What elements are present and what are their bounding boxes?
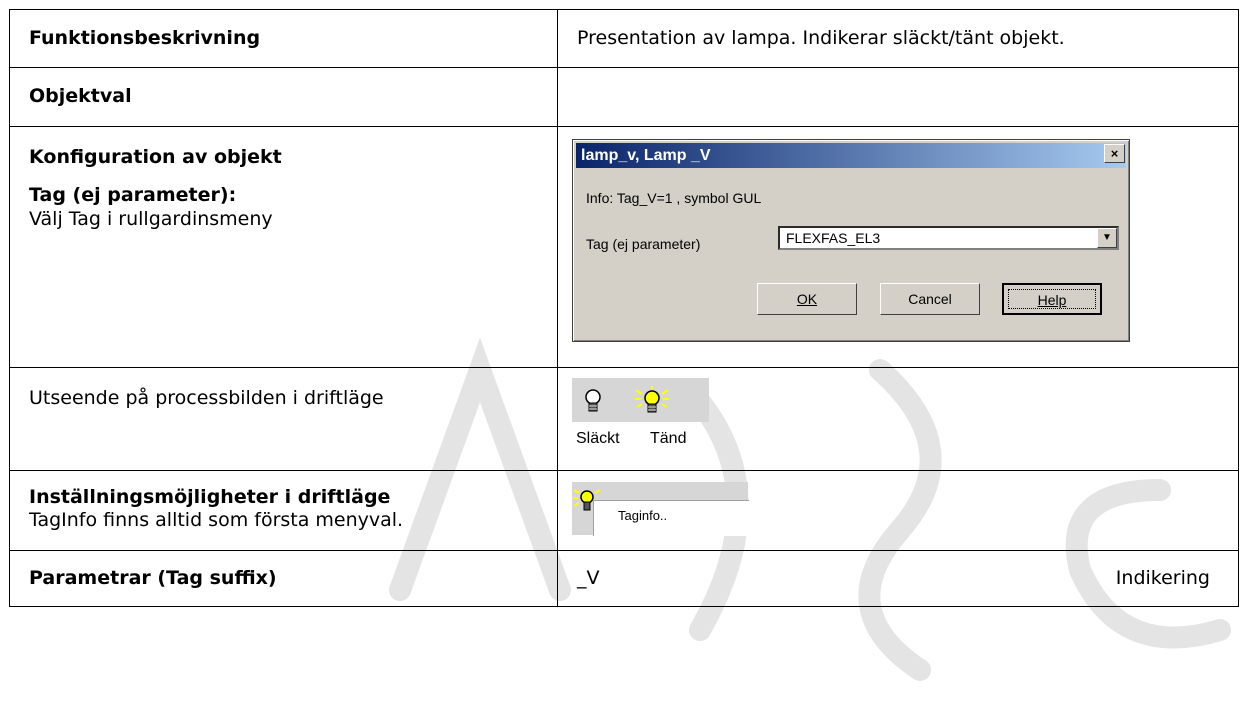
cancel-button[interactable]: Cancel <box>880 283 980 315</box>
dialog-title: lamp_v, Lamp _V <box>581 147 711 164</box>
params-label: Parametrar (Tag suffix) <box>29 567 277 589</box>
tag-dropdown-value: FLEXFAS_EL3 <box>786 230 881 246</box>
config-label: Konfiguration av objekt <box>29 146 282 168</box>
context-menu-preview: Taginfo.. <box>572 482 749 536</box>
help-button-label: Help <box>1037 292 1067 308</box>
cancel-button-label: Cancel <box>908 291 952 307</box>
function-label: Funktionsbeskrivning <box>29 27 261 49</box>
dialog-titlebar: lamp_v, Lamp _V <box>576 143 1126 168</box>
bulb-on-icon <box>635 386 669 413</box>
table-row: Funktionsbeskrivning Presentation av lam… <box>9 9 1239 68</box>
lamp-preview: Släckt Tänd <box>572 378 709 454</box>
row-value-cell: Taginfo.. <box>557 470 1239 551</box>
appearance-label: Utseende på processbilden i driftläge <box>29 387 384 409</box>
table-row: Objektval <box>9 67 1239 127</box>
dialog-info: Info: Tag_V=1 , symbol GUL <box>586 190 762 206</box>
specification-table: Funktionsbeskrivning Presentation av lam… <box>9 9 1239 607</box>
tag-param-label: Tag (ej parameter): <box>29 184 237 206</box>
objectsel-label: Objektval <box>29 85 132 107</box>
param-suffix: _V <box>577 567 600 589</box>
lamp-on-label: Tänd <box>650 430 687 447</box>
lamp-off-label: Släckt <box>576 430 620 447</box>
table-row: Parametrar (Tag suffix) _V Indikering <box>9 550 1239 607</box>
tag-param-desc: Välj Tag i rullgardinsmeny <box>29 208 273 230</box>
help-button[interactable]: Help <box>1002 283 1102 315</box>
dialog-tag-label: Tag (ej parameter) <box>586 236 701 252</box>
table-row: Inställningsmöjligheter i driftläge TagI… <box>9 470 1239 551</box>
settings-label: Inställningsmöjligheter i driftläge <box>29 486 391 508</box>
ok-button-label: OK <box>796 291 818 307</box>
row-value-cell <box>557 67 1239 127</box>
row-value-cell: _V Indikering <box>557 550 1239 607</box>
row-label-cell: Parametrar (Tag suffix) <box>9 550 558 607</box>
close-icon[interactable]: × <box>1104 144 1125 163</box>
dropdown-arrow-icon[interactable]: ▼ <box>1097 228 1117 248</box>
config-dialog: lamp_v, Lamp _V × Info: Tag_V=1 , symbol… <box>572 139 1130 342</box>
table-row: Utseende på processbilden i driftläge Sl… <box>9 367 1239 471</box>
tag-dropdown[interactable]: FLEXFAS_EL3 ▼ <box>778 226 1119 250</box>
row-label-cell: Objektval <box>9 67 558 127</box>
param-meaning: Indikering <box>1115 567 1210 589</box>
row-label-cell: Inställningsmöjligheter i driftläge TagI… <box>9 470 558 551</box>
row-value-cell: lamp_v, Lamp _V × Info: Tag_V=1 , symbol… <box>557 126 1239 368</box>
row-value-cell: Presentation av lampa. Indikerar släckt/… <box>557 9 1239 68</box>
ok-button[interactable]: OK <box>757 283 857 315</box>
row-value-cell: Släckt Tänd <box>557 367 1239 471</box>
bulb-off-icon <box>585 389 601 412</box>
menu-item-taginfo[interactable]: Taginfo.. <box>618 508 667 523</box>
context-menu: Taginfo.. <box>593 500 749 536</box>
function-value: Presentation av lampa. Indikerar släckt/… <box>577 27 1065 49</box>
row-label-cell: Konfiguration av objekt Tag (ej paramete… <box>9 126 558 368</box>
table-row: Konfiguration av objekt Tag (ej paramete… <box>9 126 1239 368</box>
row-label-cell: Utseende på processbilden i driftläge <box>9 367 558 471</box>
help-focus-ring: Help <box>1008 289 1096 309</box>
settings-desc: TagInfo finns alltid som första menyval. <box>29 509 404 531</box>
row-label-cell: Funktionsbeskrivning <box>9 9 558 68</box>
